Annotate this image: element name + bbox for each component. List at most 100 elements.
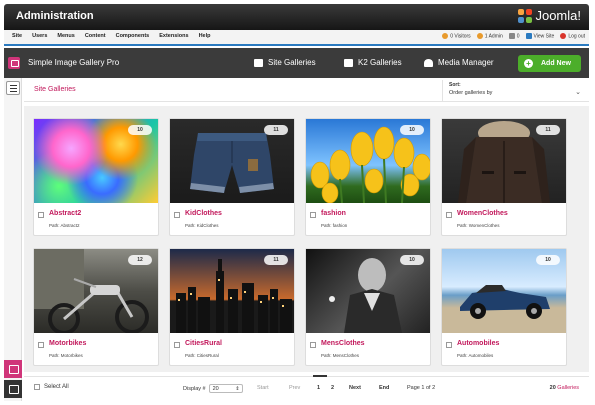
gallery-card[interactable]: 12 Motorbikes Path: Motorbikes <box>33 248 159 366</box>
menu-users[interactable]: Users <box>28 33 51 39</box>
pager-next[interactable]: Next <box>349 385 361 391</box>
gallery-card[interactable]: 11 CitiesRural Path: CitiesRural <box>169 248 295 366</box>
menu-components[interactable]: Components <box>112 33 154 39</box>
gallery-name[interactable]: Motorbikes <box>49 340 86 347</box>
gallery-name[interactable]: fashion <box>321 210 346 217</box>
menu-site[interactable]: Site <box>8 33 26 39</box>
gallery-name[interactable]: KidClothes <box>185 210 222 217</box>
component-title: Simple Image Gallery Pro <box>28 58 120 67</box>
menu-menus[interactable]: Menus <box>53 33 78 39</box>
select-checkbox[interactable] <box>310 342 316 348</box>
galleries-total-count: 20 <box>549 385 556 391</box>
gallery-card[interactable]: 10 Abstract2 Path: Abstract2 <box>33 118 159 236</box>
gallery-name[interactable]: CitiesRural <box>185 340 222 347</box>
menu-help[interactable]: Help <box>195 33 215 39</box>
select-checkbox[interactable] <box>174 342 180 348</box>
folder-image-icon <box>344 58 353 67</box>
gallery-path: Path: MensClothes <box>321 353 360 358</box>
admins-status[interactable]: 1 Admin <box>476 33 503 39</box>
pager-page-2[interactable]: 2 <box>331 385 334 391</box>
page-heading: Site Galleries Sort: Order galleries by … <box>24 80 589 102</box>
pager-start[interactable]: Start <box>257 385 269 391</box>
select-all-label: Select All <box>44 384 69 390</box>
pager-end[interactable]: End <box>379 385 389 391</box>
sort-value: Order galleries by <box>449 90 493 96</box>
app-title: Administration <box>16 10 94 22</box>
logout-link[interactable]: Log out <box>560 33 585 39</box>
gallery-card[interactable]: 10 Automobiles Path: Automobiles <box>441 248 567 366</box>
gallery-path: Path: CitiesRural <box>185 353 219 358</box>
select-checkbox[interactable] <box>38 212 44 218</box>
gallery-card[interactable]: 10 fashion Path: fashion <box>305 118 431 236</box>
galleries-total-label: Galleries <box>557 385 579 391</box>
pagination-footer: Select All Display # 20 Start Prev 1 2 N… <box>24 375 589 400</box>
joomla-logo[interactable]: Joomla! <box>518 8 581 23</box>
page-of-label: Page 1 of 2 <box>407 385 436 391</box>
hamburger-menu-icon[interactable] <box>6 81 20 95</box>
site-galleries-label: Site Galleries <box>268 58 316 67</box>
plus-icon: + <box>524 59 533 68</box>
image-count-badge: 11 <box>264 255 288 265</box>
chevron-down-icon: ⌄ <box>575 89 581 96</box>
media-manager-button[interactable]: Media Manager <box>424 58 494 67</box>
gallery-path: Path: fashion <box>321 223 348 228</box>
gallery-grid: 10 Abstract2 Path: Abstract2 11 KidCloth… <box>24 106 589 372</box>
display-label: Display # <box>183 385 206 392</box>
gallery-name[interactable]: MensClothes <box>321 340 365 347</box>
gallery-path: Path: Motorbikes <box>49 353 83 358</box>
sort-label: Sort: <box>449 82 461 88</box>
image-count-badge: 11 <box>536 125 560 135</box>
brand-name: Joomla! <box>535 8 581 23</box>
gallery-card[interactable]: 11 WomenClothes Path: WomenClothes <box>441 118 567 236</box>
mail-icon <box>508 33 515 39</box>
select-all[interactable]: Select All <box>34 384 69 390</box>
add-new-label: Add New <box>541 60 571 67</box>
messages-status[interactable]: 0 <box>508 33 520 39</box>
folder-image-icon <box>254 58 263 67</box>
joomla-logo-icon <box>518 8 533 23</box>
image-count-badge: 10 <box>400 255 424 265</box>
pager-prev[interactable]: Prev <box>289 385 300 391</box>
view-site-link[interactable]: View Site <box>525 33 555 40</box>
gallery-name[interactable]: Abstract2 <box>49 210 81 217</box>
pager-page-1[interactable]: 1 <box>317 385 320 391</box>
visitors-status[interactable]: 0 Visitors <box>442 33 471 40</box>
select-checkbox[interactable] <box>446 212 452 218</box>
site-galleries-button[interactable]: Site Galleries <box>254 58 316 67</box>
gallery-name[interactable]: Automobiles <box>457 340 499 347</box>
view-site-label: View Site <box>533 33 555 40</box>
menu-content[interactable]: Content <box>81 33 110 39</box>
image-count-badge: 10 <box>128 125 152 135</box>
select-checkbox[interactable] <box>310 212 316 218</box>
display-select[interactable]: 20 <box>208 384 243 393</box>
logout-label: Log out <box>568 33 585 40</box>
menu-extensions[interactable]: Extensions <box>155 33 192 39</box>
image-count-badge: 12 <box>128 255 152 265</box>
k2-galleries-label: K2 Galleries <box>358 58 402 67</box>
k2-galleries-button[interactable]: K2 Galleries <box>344 58 402 67</box>
select-checkbox[interactable] <box>446 342 452 348</box>
select-checkbox[interactable] <box>38 342 44 348</box>
image-count-badge: 10 <box>536 255 560 265</box>
gallery-path: Path: Abstract2 <box>49 223 80 228</box>
gallery-view-icon[interactable] <box>4 360 22 378</box>
monitor-icon <box>525 33 532 39</box>
media-manager-label: Media Manager <box>438 58 494 67</box>
galleries-total: 20 Galleries <box>550 385 579 391</box>
image-count-badge: 10 <box>400 125 424 135</box>
admin-icon <box>476 33 483 39</box>
component-toolbar: Simple Image Gallery Pro Site Galleries … <box>4 48 589 78</box>
gallery-name[interactable]: WomenClothes <box>457 210 508 217</box>
logout-icon <box>560 33 567 39</box>
select-checkbox[interactable] <box>174 212 180 218</box>
admin-header: Administration Joomla! <box>4 4 589 30</box>
visitors-count: 0 Visitors <box>450 33 471 40</box>
add-new-button[interactable]: + Add New <box>518 55 581 72</box>
gallery-path: Path: Automobiles <box>457 353 494 358</box>
sort-dropdown[interactable]: Sort: Order galleries by ⌄ <box>442 80 589 102</box>
display-count: Display # 20 <box>183 384 243 393</box>
gallery-card[interactable]: 11 KidClothes Path: KidClothes <box>169 118 295 236</box>
select-all-checkbox[interactable] <box>34 384 40 390</box>
gallery-card[interactable]: 10 MensClothes Path: MensClothes <box>305 248 431 366</box>
user-icon[interactable] <box>4 380 22 398</box>
